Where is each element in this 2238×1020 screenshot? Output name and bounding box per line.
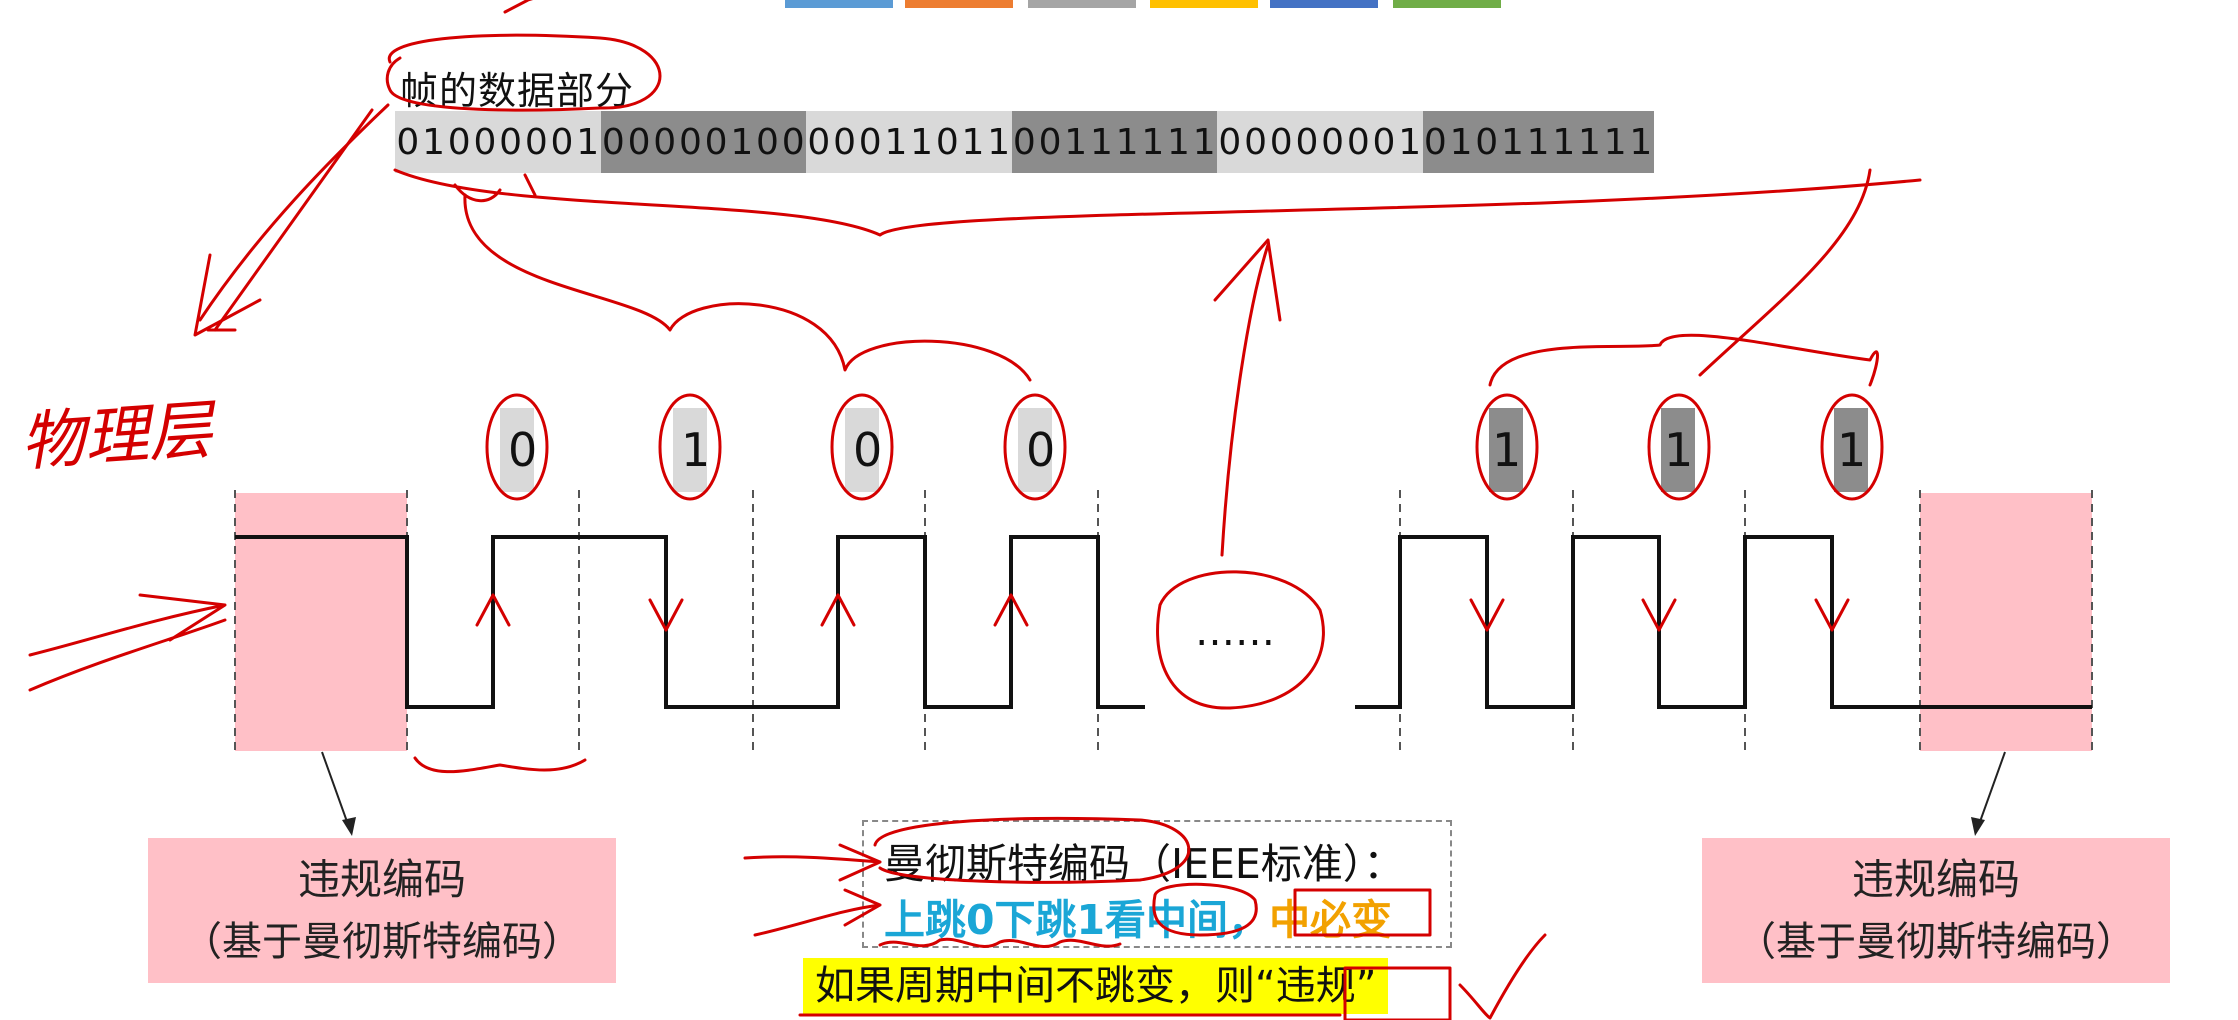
pointer-line-left (321, 751, 351, 831)
annotation-brace-top (393, 168, 1922, 237)
violation-region-left (235, 493, 407, 751)
signal-bit-label: 1 (681, 423, 710, 477)
annotation-box-violation (1343, 966, 1452, 1020)
pointer-head-right (1971, 817, 1985, 836)
manchester-signal-diagram: …… 0 1 0 0 1 1 1 (28, 0, 2093, 1020)
annotation-double-arrow (206, 108, 374, 332)
annotation-brace-under (413, 756, 587, 774)
annotation-circle-manchester (873, 816, 1191, 884)
annotation-checkmark (503, 0, 534, 14)
signal-bit-label: 0 (508, 423, 537, 477)
signal-bit-label: 1 (1492, 423, 1521, 477)
annotation-arrow-legend-1 (743, 843, 882, 882)
signal-bit-label: 1 (1664, 423, 1693, 477)
annotation-zigzag-under (878, 937, 1122, 948)
annotation-arrow-pointing-in (28, 593, 227, 692)
annotation-arrow-legend-2 (753, 888, 882, 937)
signal-bit-label: 1 (1837, 423, 1866, 477)
annotation-arrow-down-left (193, 103, 390, 337)
violation-region-right (1920, 493, 2092, 751)
annotation-circle-middle (1152, 882, 1258, 937)
signal-ellipsis: …… (1195, 609, 1275, 655)
pointer-line-right (1976, 751, 2006, 831)
signal-bit-label: 0 (853, 423, 882, 477)
annotation-check-final (1458, 933, 1547, 1020)
annotation-arrow-up (1213, 238, 1282, 557)
pointer-head-left (342, 817, 356, 836)
signal-bit-label: 0 (1026, 423, 1055, 477)
annotation-label-circle (385, 33, 662, 112)
annotation-box-must-change (1293, 888, 1432, 937)
